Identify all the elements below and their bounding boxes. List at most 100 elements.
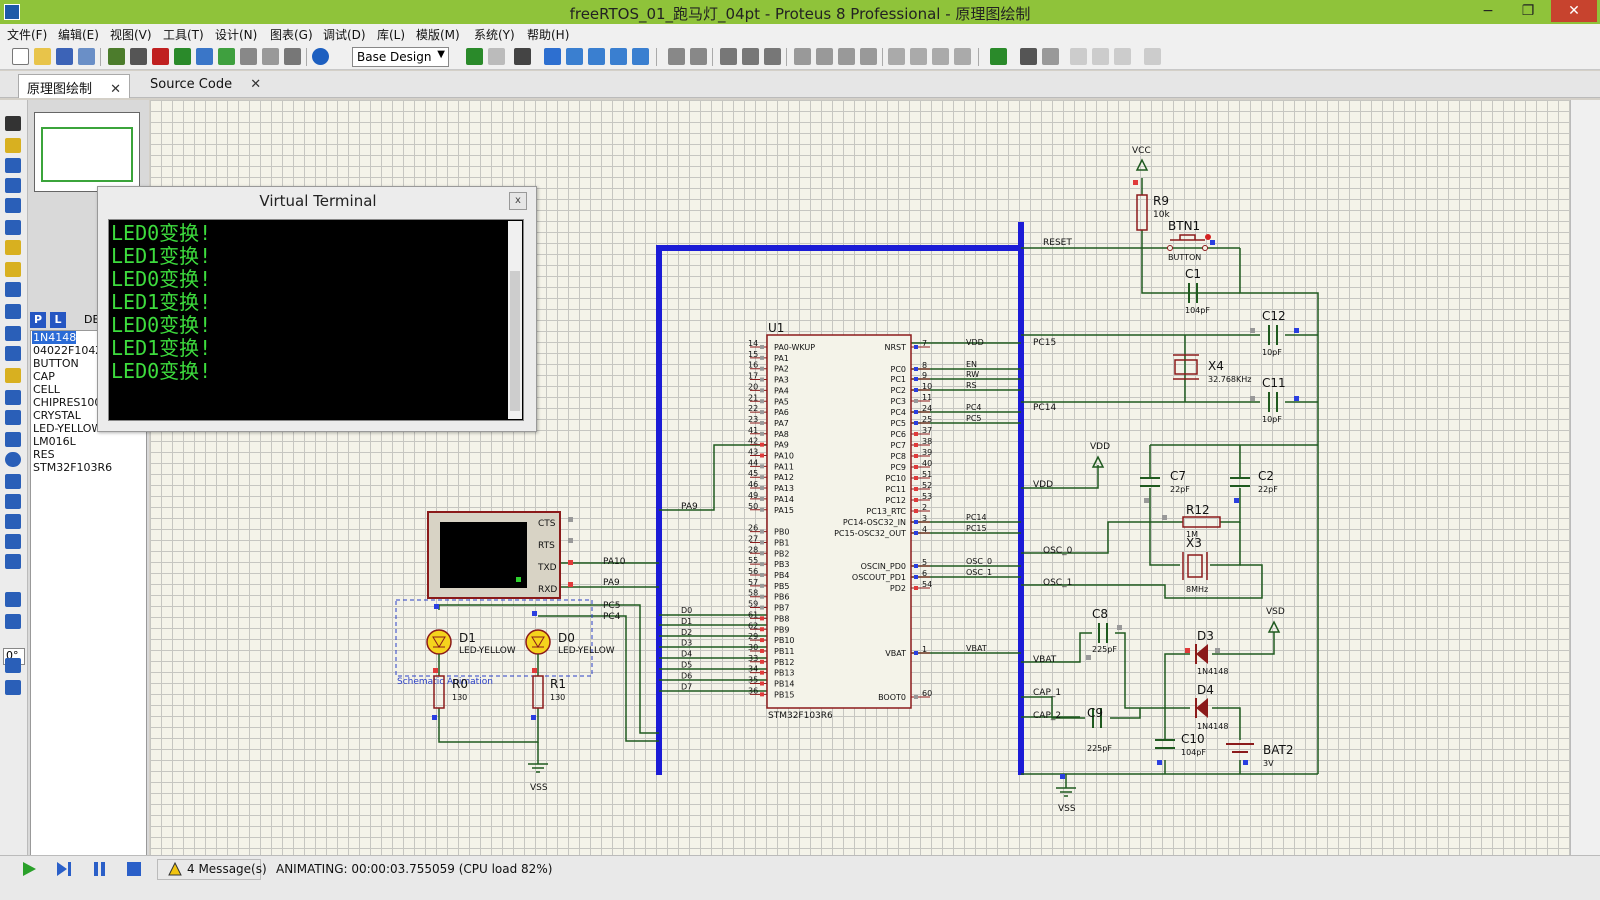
zoom-in-icon[interactable] [566,48,583,65]
zoom-out-icon[interactable] [588,48,605,65]
close-icon[interactable]: ✕ [250,77,261,92]
list-item[interactable]: CELL [32,383,60,396]
block-delete-icon[interactable] [860,48,877,65]
mirror-y-icon[interactable] [5,680,21,695]
bill-of-materials-icon[interactable] [1144,48,1161,65]
new-sheet-icon[interactable] [1070,48,1087,65]
text-script-icon[interactable] [5,198,21,213]
block-copy-icon[interactable] [794,48,811,65]
canvas-vertical-scrollbar[interactable] [1570,100,1600,855]
design-explorer-icon[interactable] [240,48,257,65]
source-code-icon[interactable] [262,48,279,65]
list-item[interactable]: CHIPRES100 [32,396,101,409]
block-move-icon[interactable] [816,48,833,65]
decompose-icon[interactable] [954,48,971,65]
resistor-r12[interactable]: R12 1M [1182,503,1221,539]
menu-debug[interactable]: 调试(D) [323,26,366,43]
virtual-terminal-window[interactable]: Virtual Terminal x LED0变换! LED1变换! LED0变… [97,186,537,432]
menu-edit[interactable]: 编辑(E) [58,26,99,43]
list-item[interactable]: RES [32,448,55,461]
menu-tools[interactable]: 工具(T) [163,26,204,43]
terminals-icon[interactable] [5,262,21,277]
list-item[interactable]: STM32F103R6 [32,461,112,474]
menu-graph[interactable]: 图表(G) [270,26,313,43]
generator-icon[interactable] [5,346,21,361]
library-manager-button[interactable]: L [50,312,66,328]
remove-sheet-icon[interactable] [1092,48,1109,65]
marker-icon[interactable] [5,554,21,569]
close-icon[interactable]: x [509,192,527,210]
list-item[interactable]: LM016L [32,435,76,448]
wire-autorouter-icon[interactable] [990,48,1007,65]
diode-d3[interactable]: D3 1N4148 [1195,629,1228,676]
notes-icon[interactable] [284,48,301,65]
text-icon[interactable] [5,514,21,529]
maximize-button[interactable]: ❐ [1508,0,1548,22]
box-icon[interactable] [5,432,21,447]
import-icon[interactable] [78,48,95,65]
device-pins-icon[interactable] [5,282,21,297]
minimize-button[interactable]: − [1468,0,1508,22]
tape-recorder-icon[interactable] [5,326,21,341]
menu-file[interactable]: 文件(F) [7,26,47,43]
rotate-ccw-icon[interactable] [5,614,21,629]
list-item[interactable]: CAP [32,370,55,383]
redo-icon[interactable] [690,48,707,65]
stop-icon[interactable] [125,861,143,877]
menu-template[interactable]: 模版(M) [416,26,460,43]
help-icon[interactable] [312,48,329,65]
new-file-icon[interactable] [12,48,29,65]
line-icon[interactable] [5,410,21,425]
close-button[interactable]: ✕ [1551,0,1597,22]
gerber-icon[interactable] [174,48,191,65]
terminal-scrollbar[interactable] [508,221,522,419]
crystal-x3[interactable]: X3 8MHz [1182,536,1208,594]
led-d1[interactable]: D1 LED-YELLOW [426,629,516,656]
led-d0[interactable]: D0 LED-YELLOW [525,629,615,656]
schematic-icon[interactable] [130,48,147,65]
pick-devices-button[interactable]: P [30,312,46,328]
packaging-icon[interactable] [932,48,949,65]
make-device-icon[interactable] [910,48,927,65]
battery-bat2[interactable]: BAT2 3V [1226,743,1293,768]
diode-d4[interactable]: D4 1N4148 [1195,683,1228,731]
virtual-instruments-icon[interactable] [5,390,21,405]
tab-source-code[interactable]: Source Code ✕ [142,74,269,98]
list-item[interactable]: 1N4148 [32,331,77,344]
button-btn1[interactable]: BTN1 BUTTON [1167,219,1212,262]
refresh-icon[interactable] [466,48,483,65]
zoom-area-icon[interactable] [632,48,649,65]
paste-icon[interactable] [764,48,781,65]
virtual-terminal-symbol[interactable]: CTS RTS TXD RXD [427,511,561,599]
list-item[interactable]: BUTTON [32,357,79,370]
close-icon[interactable]: ✕ [110,82,121,97]
pcb-icon[interactable] [152,48,169,65]
terminal-screen[interactable]: LED0变换! LED1变换! LED0变换! LED1变换! LED0变换! … [108,219,524,421]
bom-icon[interactable] [218,48,235,65]
rotate-cw-icon[interactable] [5,592,21,607]
voltage-probe-icon[interactable] [5,368,21,383]
open-folder-icon[interactable] [34,48,51,65]
menu-system[interactable]: 系统(Y) [474,26,515,43]
list-item[interactable]: CRYSTAL [32,409,81,422]
copy-icon[interactable] [742,48,759,65]
arc-icon[interactable] [5,474,21,489]
menu-help[interactable]: 帮助(H) [527,26,569,43]
menu-design[interactable]: 设计(N) [215,26,257,43]
origin-icon[interactable] [514,48,531,65]
3d-view-icon[interactable] [196,48,213,65]
play-icon[interactable] [20,861,38,877]
save-icon[interactable] [56,48,73,65]
cut-icon[interactable] [720,48,737,65]
bus-icon[interactable] [5,220,21,235]
path-icon[interactable] [5,494,21,509]
menu-view[interactable]: 视图(V) [110,26,152,43]
block-rotate-icon[interactable] [838,48,855,65]
mcu-stm32f103r6[interactable]: U1 STM32F103R6 14 PA0-WKUP15 PA116 PA217 PA3… [681,321,992,721]
undo-icon[interactable] [668,48,685,65]
mirror-x-icon[interactable] [5,658,21,673]
search-icon[interactable] [1020,48,1037,65]
junction-dot-icon[interactable] [5,158,21,173]
design-select[interactable]: Base Design ▼ [352,47,449,67]
circle-icon[interactable] [5,452,21,467]
